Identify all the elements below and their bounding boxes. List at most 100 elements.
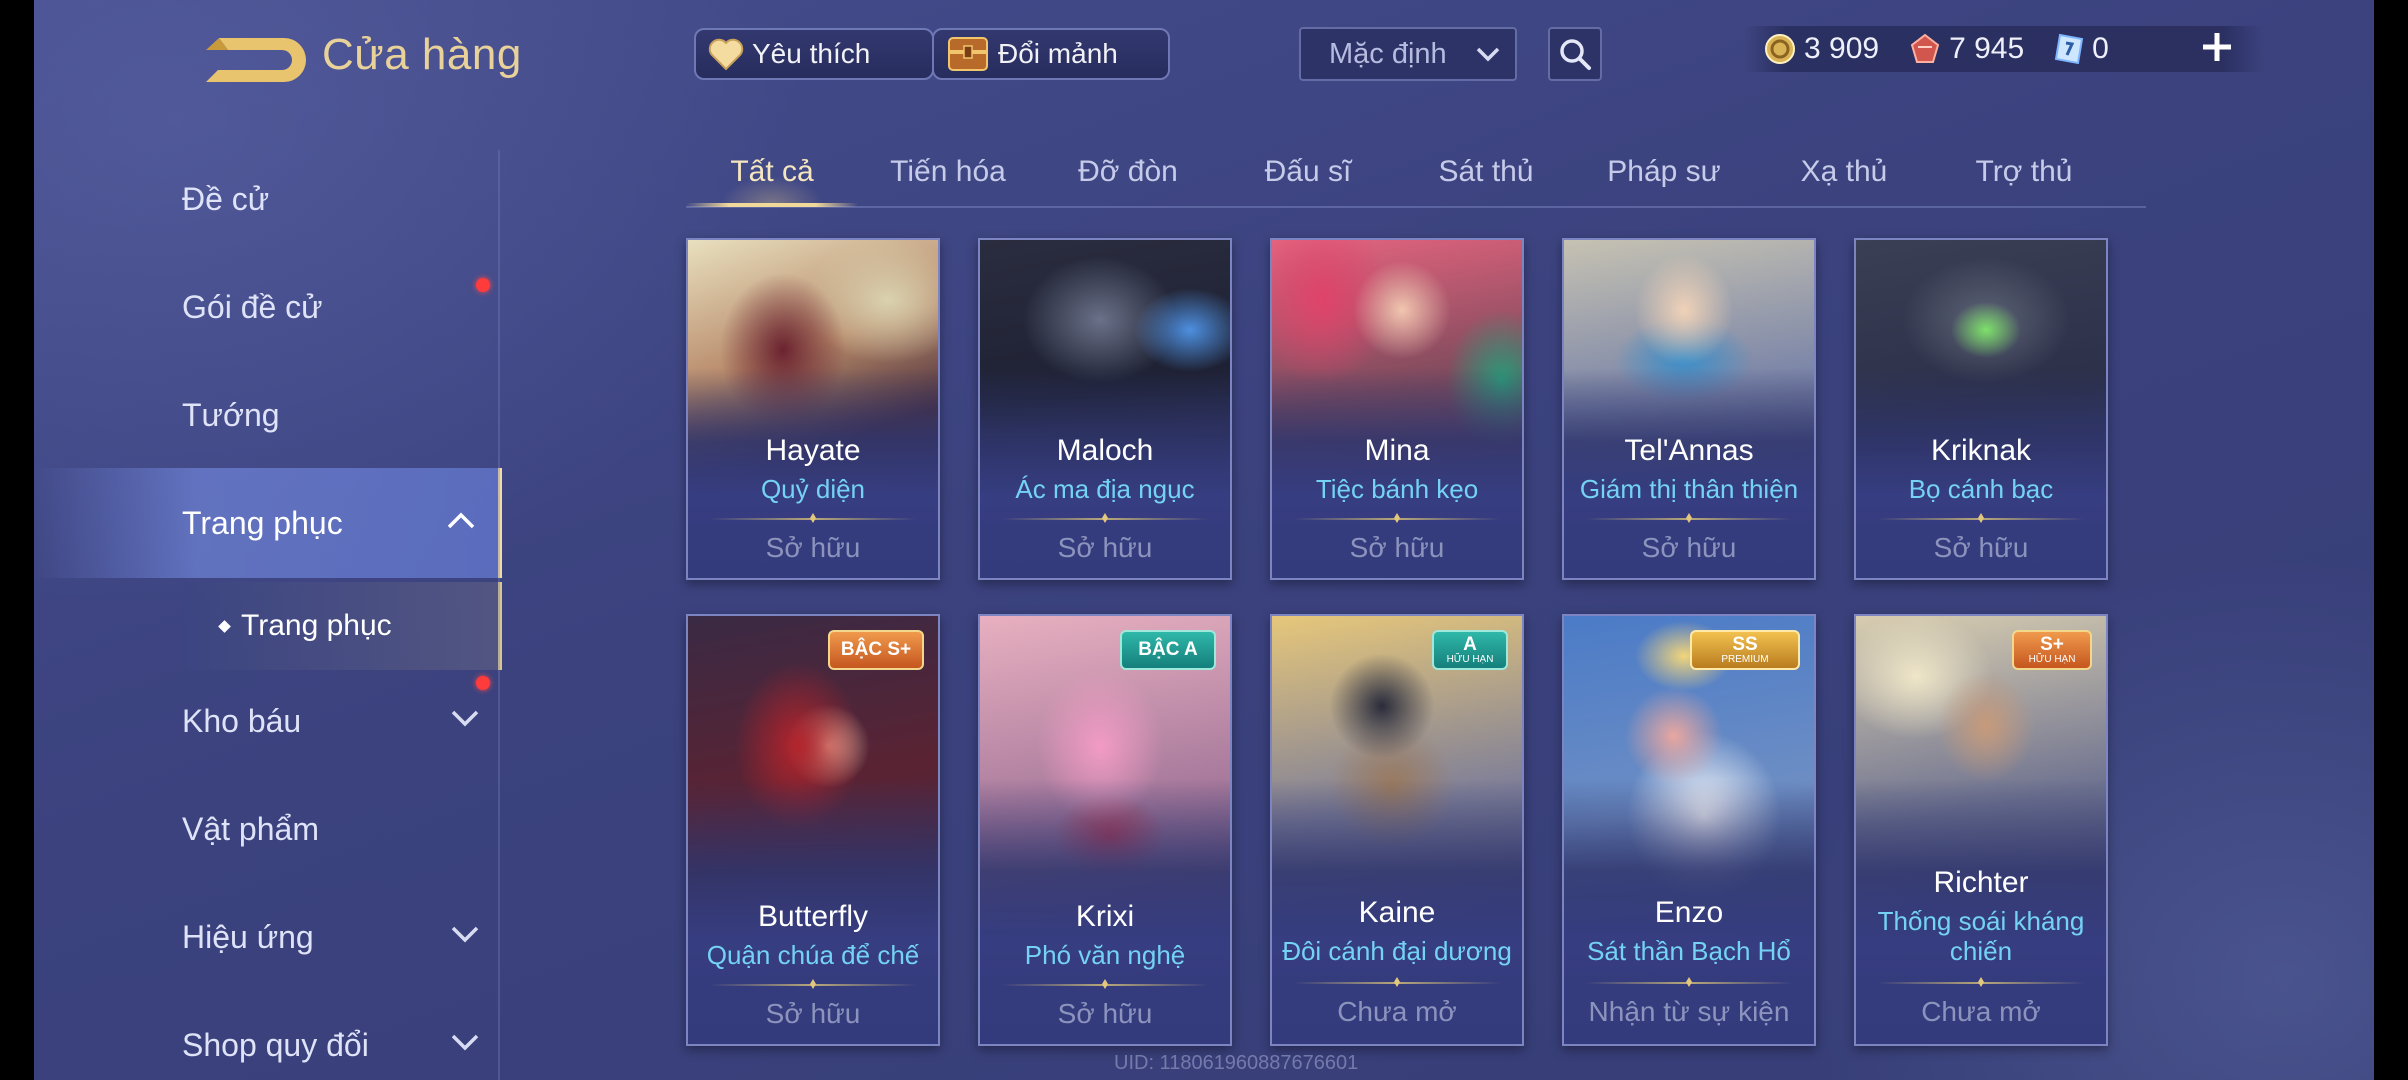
tab-all[interactable]: Tất cả: [686, 140, 858, 207]
chevron-up-icon: [447, 512, 475, 529]
gold-coin-currency: 3 909: [1764, 32, 1879, 66]
hero-name: Maloch: [1056, 434, 1154, 467]
favorite-label: Yêu thích: [752, 38, 871, 69]
sidebar-item-label: Kho báu: [182, 702, 302, 739]
hero-name: Kaine: [1358, 896, 1436, 929]
skin-name: Giám thị thân thiện: [1579, 474, 1799, 504]
card-separator: [1878, 982, 2084, 984]
sort-selected-value: Mặc định: [1329, 37, 1447, 70]
sidebar-item-label: Tướng: [182, 396, 280, 433]
red-gem-currency: 7 945: [1909, 32, 2024, 66]
sort-dropdown[interactable]: Mặc định: [1299, 27, 1517, 81]
plus-icon: [2203, 33, 2231, 61]
skin-name: Đôi cánh đại dương: [1282, 936, 1512, 966]
card-separator: [1294, 518, 1500, 520]
tier-badge: BẬC S+: [828, 630, 924, 670]
sidebar-item-treasure[interactable]: Kho báu: [34, 676, 502, 758]
badge-tier: SS: [1732, 633, 1758, 655]
skin-card-richter[interactable]: S+ HỮU HẠN Richter Thống soái kháng chiế…: [1854, 614, 2108, 1046]
skin-name: Quỷ diện: [760, 474, 866, 504]
sidebar-item-label: Hiệu ứng: [182, 918, 314, 955]
sidebar-item-effects[interactable]: Hiệu ứng: [34, 900, 502, 974]
skin-card-hayate[interactable]: Hayate Quỷ diện Sở hữu: [686, 238, 940, 580]
skin-name: Phó văn nghệ: [1024, 940, 1186, 970]
back-arrow-icon[interactable]: [184, 30, 324, 90]
shard-exchange-label: Đổi mảnh: [998, 38, 1118, 69]
sidebar-item-label: Vật phẩm: [182, 810, 319, 847]
favorite-button[interactable]: Yêu thích: [694, 28, 934, 80]
ownership-status: Sở hữu: [765, 998, 861, 1029]
notification-dot: [476, 676, 490, 690]
card-separator: [1002, 984, 1208, 986]
hero-name: Hayate: [765, 434, 861, 467]
bullet-diamond-icon: [218, 619, 231, 633]
skin-name: Bọ cánh bạc: [1908, 474, 2054, 504]
skin-name: Quận chúa để chế: [706, 940, 920, 970]
sidebar-subitem-skins[interactable]: Trang phục: [184, 582, 502, 670]
treasure-chest-icon: [948, 37, 988, 71]
gold-coin-value: 3 909: [1804, 32, 1880, 65]
gold-coin-icon: [1765, 34, 1795, 64]
tab-evolution[interactable]: Tiến hóa: [858, 140, 1038, 204]
tab-assassin[interactable]: Sát thủ: [1398, 140, 1574, 204]
red-gem-value: 7 945: [1949, 32, 2025, 65]
badge-subtitle: HỮU HẠN: [1446, 653, 1494, 665]
skin-card-butterfly[interactable]: BẬC S+ Butterfly Quận chúa để chế Sở hữu: [686, 614, 940, 1046]
currency-bar: 3 909 7 945 0: [1744, 26, 2264, 72]
sidebar-item-exchange-shop[interactable]: Shop quy đổi: [34, 1008, 502, 1080]
tab-support[interactable]: Trợ thủ: [1934, 140, 2114, 204]
hero-name: Kriknak: [1930, 434, 2032, 467]
skin-card-mina[interactable]: Mina Tiệc bánh kẹo Sở hữu: [1270, 238, 1524, 580]
tier-badge: BẬC A: [1120, 630, 1216, 670]
ownership-status: Sở hữu: [1057, 532, 1153, 563]
shard-exchange-button[interactable]: Đổi mảnh: [932, 28, 1170, 80]
chevron-down-icon: [451, 710, 479, 727]
badge-tier: A: [1463, 633, 1477, 655]
badge-tier: S+: [2040, 633, 2064, 655]
tier-badge: A HỮU HẠN: [1432, 630, 1508, 670]
page-title: Cửa hàng: [322, 30, 522, 79]
hero-name: Krixi: [1075, 900, 1135, 933]
sidebar-item-label: Trang phục: [182, 504, 343, 541]
sidebar-item-skins[interactable]: Trang phục: [34, 468, 502, 578]
skin-name: Tiệc bánh kẹo: [1315, 474, 1479, 504]
tab-marksman[interactable]: Xạ thủ: [1754, 140, 1934, 204]
role-tabs: Tất cả Tiến hóa Đỡ đòn Đấu sĩ Sát thủ Ph…: [686, 140, 2146, 208]
hero-name: Butterfly: [757, 900, 869, 933]
sidebar-item-label: Shop quy đổi: [182, 1026, 369, 1063]
add-currency-button[interactable]: [2200, 30, 2234, 69]
card-separator: [1002, 518, 1208, 520]
skin-card-krixi[interactable]: BẬC A Krixi Phó văn nghệ Sở hữu: [978, 614, 1232, 1046]
sidebar-item-heroes[interactable]: Tướng: [34, 378, 502, 452]
game-screen: Cửa hàng Yêu thích Đổi mảnh Mặc định 3 9…: [34, 0, 2374, 1080]
hero-name: Richter: [1933, 866, 2029, 899]
sidebar-item-label: Đề cử: [182, 180, 270, 217]
heart-icon: [708, 38, 744, 71]
sidebar-divider: [498, 150, 500, 1080]
sidebar-item-label: Gói đề cử: [182, 288, 323, 325]
ownership-status: Sở hữu: [1933, 532, 2029, 563]
tab-fighter[interactable]: Đấu sĩ: [1218, 140, 1398, 204]
voucher-value: 0: [2092, 32, 2109, 65]
card-separator: [1294, 982, 1500, 984]
skin-card-kaine[interactable]: A HỮU HẠN Kaine Đôi cánh đại dương Chưa …: [1270, 614, 1524, 1046]
sidebar-item-recommended-bundles[interactable]: Gói đề cử: [34, 270, 502, 344]
card-separator: [1586, 518, 1792, 520]
sidebar-item-recommended[interactable]: Đề cử: [34, 162, 502, 236]
skin-card-kriknak[interactable]: Kriknak Bọ cánh bạc Sở hữu: [1854, 238, 2108, 580]
skin-card-maloch[interactable]: Maloch Ác ma địa ngục Sở hữu: [978, 238, 1232, 580]
tab-mage[interactable]: Pháp sư: [1574, 140, 1754, 204]
badge-subtitle: HỮU HẠN: [2028, 653, 2076, 665]
skin-card-enzo[interactable]: SS PREMIUM Enzo Sát thần Bạch Hổ Nhận từ…: [1562, 614, 1816, 1046]
sidebar-item-items[interactable]: Vật phẩm: [34, 792, 502, 866]
skin-card-telannas[interactable]: Tel'Annas Giám thị thân thiện Sở hữu: [1562, 238, 1816, 580]
category-sidebar: Đề cử Gói đề cử Tướng Trang phục Trang p…: [34, 150, 502, 1080]
tab-tank[interactable]: Đỡ đòn: [1038, 140, 1218, 204]
ownership-status: Chưa mở: [1337, 996, 1457, 1027]
skin-name: Sát thần Bạch Hổ: [1587, 936, 1791, 966]
card-separator: [710, 518, 916, 520]
tier-badge: SS PREMIUM: [1690, 630, 1800, 670]
skin-name: Thống soái kháng chiến: [1877, 906, 2085, 966]
ownership-status: Chưa mở: [1921, 996, 2041, 1027]
search-button[interactable]: [1548, 27, 1602, 81]
